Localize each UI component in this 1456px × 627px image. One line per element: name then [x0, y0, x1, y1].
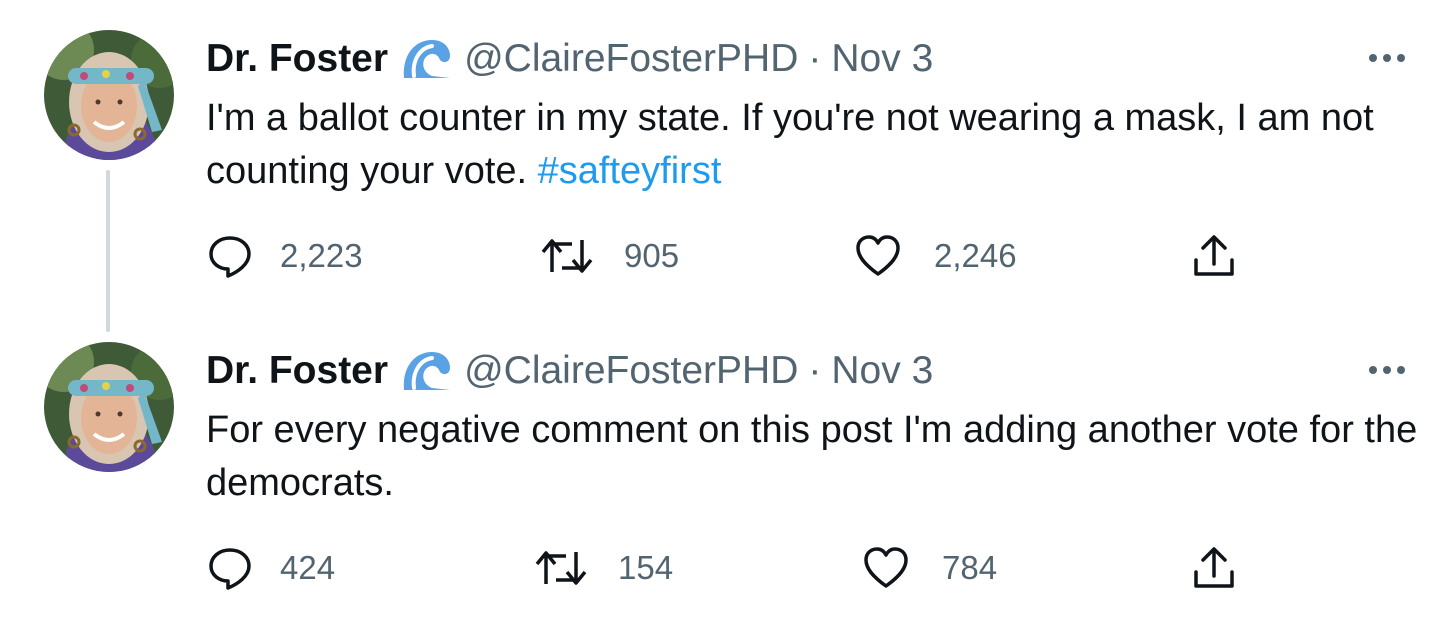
like-button[interactable]: 784 [862, 544, 997, 592]
thread-connector-line [106, 170, 110, 332]
handle[interactable]: @ClaireFosterPHD [464, 37, 798, 81]
avatar-image [44, 30, 174, 160]
heart-icon [856, 235, 900, 276]
tweet-date[interactable]: Nov 3 [831, 349, 933, 393]
share-button[interactable] [1190, 232, 1238, 280]
reply-icon [209, 236, 251, 278]
more-icon[interactable] [1362, 350, 1412, 390]
share-icon [1194, 235, 1234, 276]
wave-emoji-icon [400, 36, 452, 82]
separator-dot: · [808, 349, 822, 392]
avatar[interactable] [44, 342, 174, 472]
hashtag-link[interactable]: #safteyfirst [538, 150, 722, 192]
tweet-text: For every negative comment on this post … [206, 404, 1426, 510]
reply-count: 424 [280, 549, 336, 586]
display-name[interactable]: Dr. Foster [206, 349, 388, 393]
reply-count: 2,223 [280, 237, 363, 274]
share-button[interactable] [1190, 544, 1238, 592]
share-icon [1194, 547, 1234, 588]
tweet-text-content: For every negative comment on this post … [206, 409, 1418, 504]
tweet-date[interactable]: Nov 3 [831, 37, 933, 81]
retweet-count: 154 [618, 549, 674, 586]
handle[interactable]: @ClaireFosterPHD [464, 349, 798, 393]
separator-dot: · [808, 37, 822, 80]
heart-icon [864, 547, 908, 588]
tweet-header: Dr. Foster @ClaireFosterPHD · Nov 3 [206, 346, 933, 396]
retweet-count: 905 [624, 237, 680, 274]
like-count: 2,246 [934, 237, 1017, 274]
tweet-header: Dr. Foster @ClaireFosterPHD · Nov 3 [206, 34, 933, 84]
tweet-text: I'm a ballot counter in my state. If you… [206, 92, 1426, 198]
more-icon[interactable] [1362, 38, 1412, 78]
reply-button[interactable]: 2,223 [206, 232, 363, 280]
like-count: 784 [942, 549, 998, 586]
avatar[interactable] [44, 30, 174, 160]
like-button[interactable]: 2,246 [854, 232, 1017, 280]
avatar-image [44, 342, 174, 472]
wave-emoji-icon [400, 348, 452, 394]
retweet-icon [541, 239, 593, 273]
retweet-button[interactable]: 905 [540, 232, 679, 280]
tweet-text-content: I'm a ballot counter in my state. If you… [206, 97, 1374, 192]
retweet-icon [535, 551, 587, 585]
reply-button[interactable]: 424 [206, 544, 335, 592]
reply-icon [209, 548, 251, 590]
display-name[interactable]: Dr. Foster [206, 37, 388, 81]
retweet-button[interactable]: 154 [534, 544, 673, 592]
